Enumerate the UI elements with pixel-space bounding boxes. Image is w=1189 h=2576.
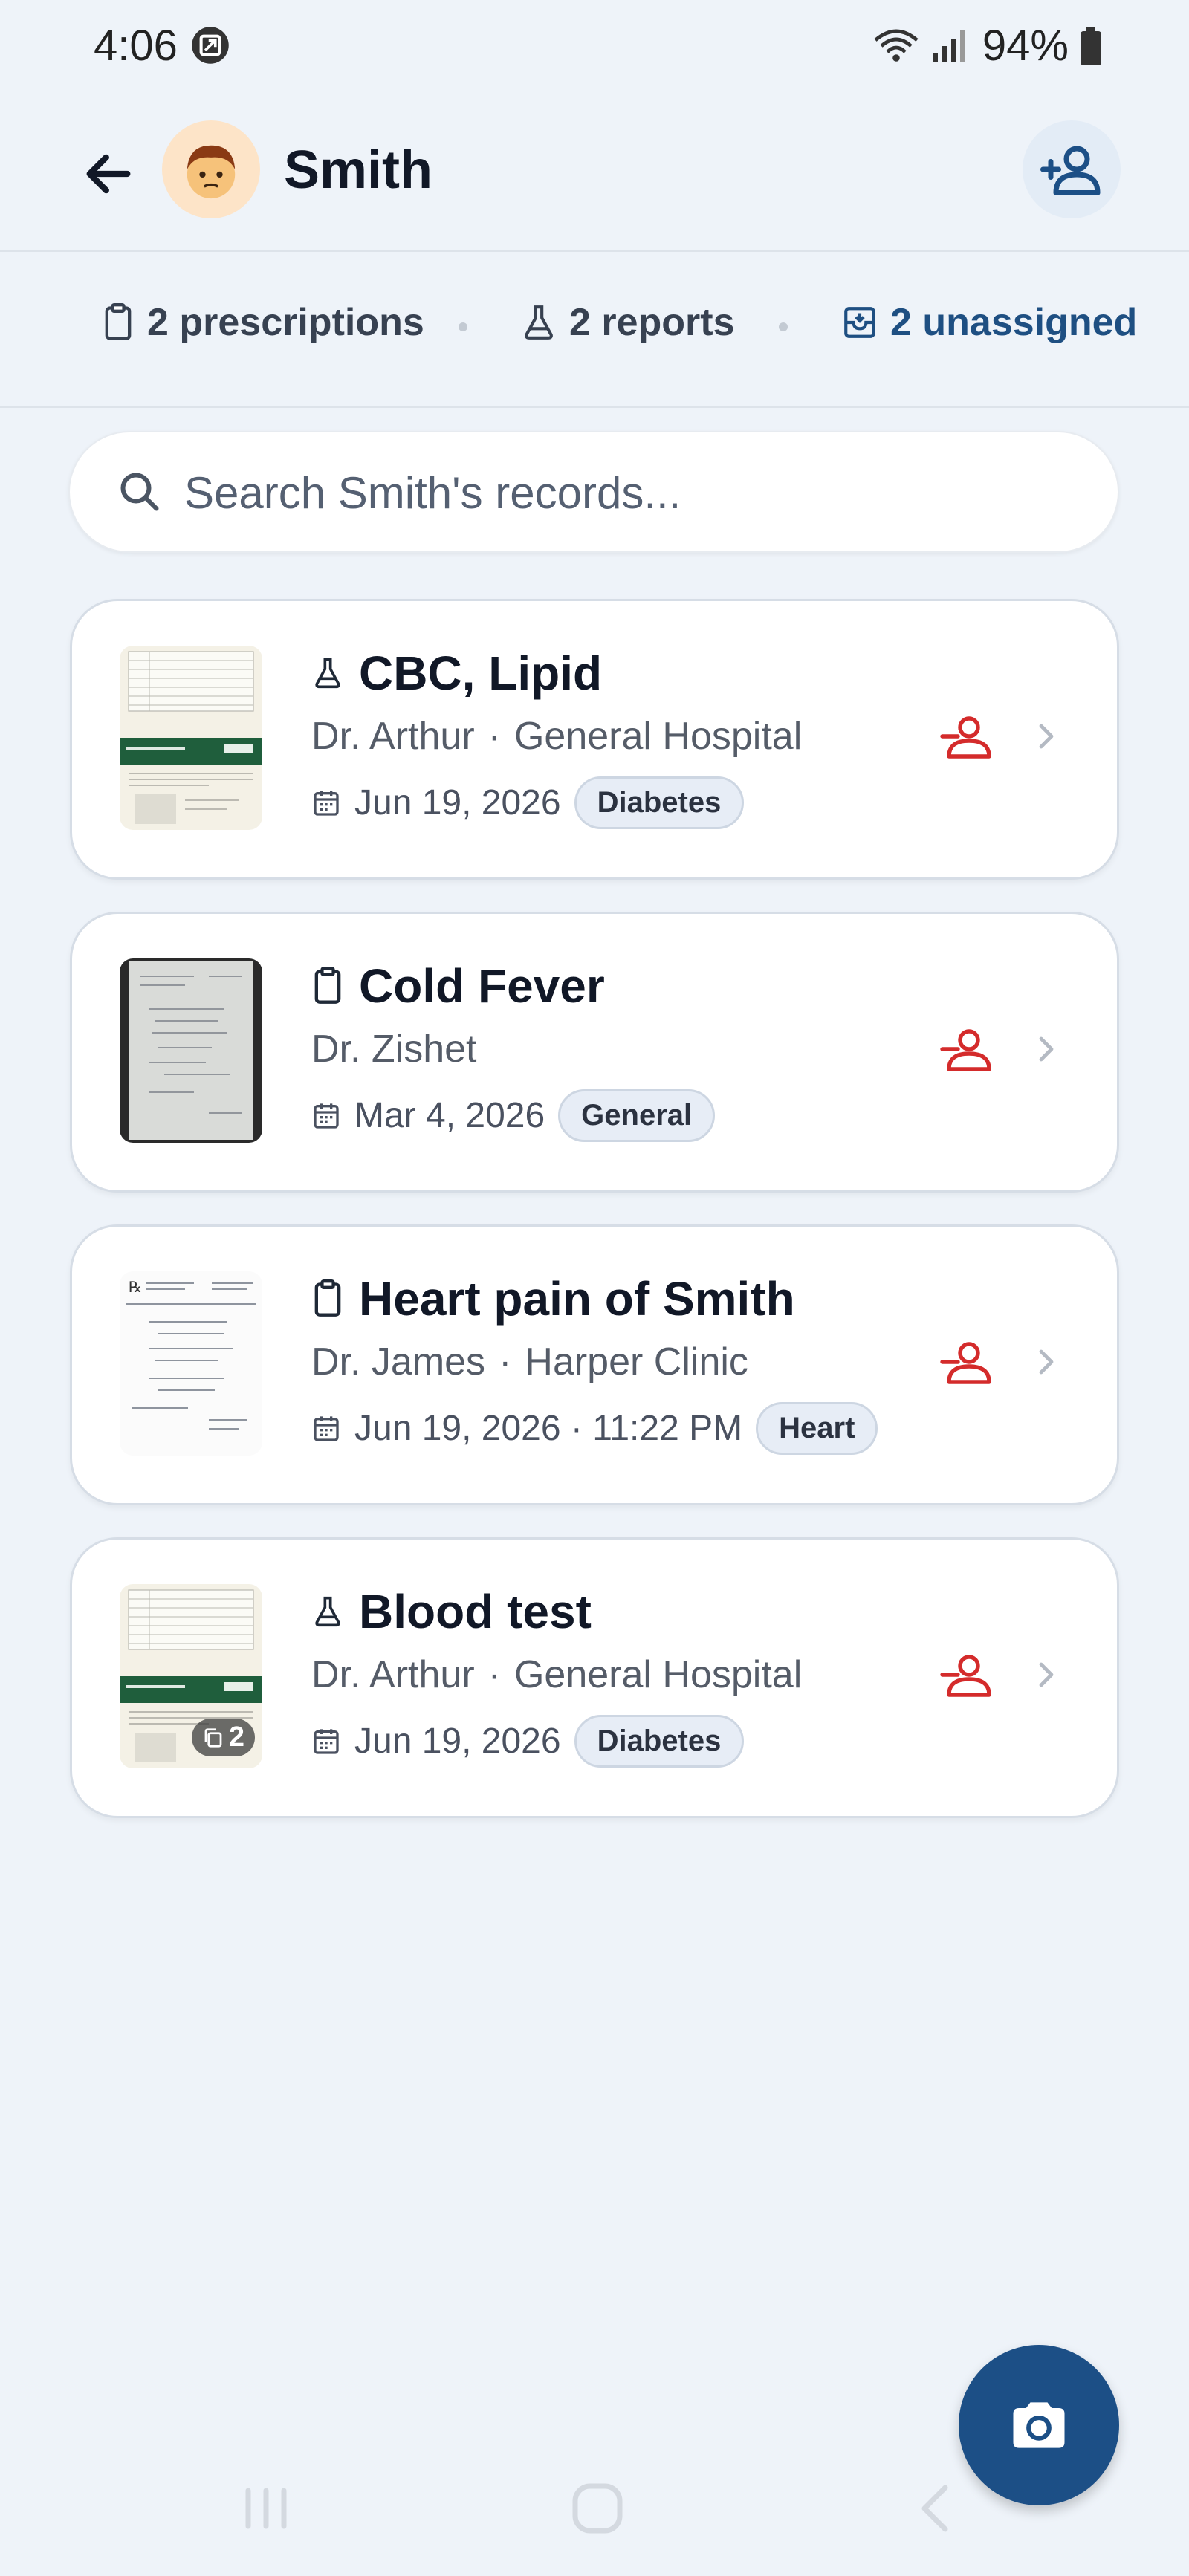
reports-stat[interactable]: 2 reports (520, 300, 735, 345)
stats-bar: 2 prescriptions 2 reports 2 unassigned (0, 251, 1189, 408)
record-subtitle: Dr. Arthur · General Hospital (311, 1652, 802, 1697)
calendar-icon (314, 1728, 339, 1754)
reports-count: 2 reports (569, 301, 735, 344)
page-title: Smith (284, 140, 433, 200)
record-tag: Diabetes (574, 776, 745, 829)
person-add-icon (1040, 146, 1101, 195)
search-input[interactable] (183, 432, 1078, 553)
record-facility: General Hospital (513, 1653, 803, 1696)
record-tag: Diabetes (574, 1715, 745, 1768)
app-header: Smith (0, 104, 1189, 252)
page-count-badge: 2 (191, 1719, 255, 1756)
person-remove-icon[interactable] (940, 1022, 994, 1076)
record-tag: General (558, 1089, 716, 1142)
search-box[interactable] (68, 431, 1119, 553)
record-subtitle: Dr. James · Harper Clinic (311, 1340, 748, 1384)
flask-icon (315, 1596, 340, 1627)
record-title: Heart pain of Smith (311, 1271, 795, 1326)
flask-icon (315, 658, 340, 689)
battery-icon (1081, 26, 1101, 65)
record-title-text: Heart pain of Smith (359, 1272, 795, 1326)
prescription-photo-thumbnail (120, 958, 262, 1143)
home-icon[interactable] (568, 2482, 627, 2535)
add-person-button[interactable] (1023, 120, 1121, 218)
app-notification-icon (192, 27, 229, 64)
record-subtitle: Dr. Zishet (311, 1027, 477, 1071)
record-doctor: Dr. Zishet (311, 1028, 477, 1071)
record-meta: Jun 19, 2026 · 11:22 PM Heart (311, 1402, 878, 1455)
chevron-right-icon (1039, 724, 1054, 749)
lab-report-thumbnail (120, 646, 262, 830)
record-card[interactable]: CBC, Lipid Dr. Arthur · General Hospital… (70, 599, 1119, 880)
record-tag: Heart (756, 1402, 878, 1455)
record-date: Jun 19, 2026 (354, 1722, 561, 1761)
prescription-scan-thumbnail: ℞ (120, 1271, 262, 1456)
inbox-icon (844, 307, 875, 338)
lab-report-thumbnail-wrap: 2 (120, 1584, 262, 1768)
status-time: 4:06 (94, 22, 178, 70)
battery-percent: 94% (982, 22, 1069, 70)
chevron-right-icon (1039, 1036, 1054, 1062)
prescriptions-count: 2 prescriptions (147, 301, 424, 344)
record-subtitle: Dr. Arthur · General Hospital (311, 714, 802, 759)
record-meta: Jun 19, 2026 Diabetes (311, 1715, 745, 1768)
record-date: Jun 19, 2026 (354, 783, 561, 823)
back-button[interactable] (71, 137, 146, 211)
status-bar: 4:06 94% (0, 0, 1189, 97)
separator-dot: · (487, 1653, 501, 1696)
boy-face-icon (187, 145, 236, 199)
record-meta: Jun 19, 2026 Diabetes (311, 776, 745, 829)
copy-pages-icon (204, 1727, 222, 1748)
wifi-icon (874, 29, 919, 62)
record-date: Mar 4, 2026 (354, 1096, 545, 1135)
svg-text:℞: ℞ (129, 1278, 142, 1296)
record-title: Cold Fever (311, 958, 605, 1013)
record-card[interactable]: 2 Blood test Dr. Arthur · General Hospit… (70, 1537, 1119, 1818)
system-nav-bar (0, 2459, 1189, 2556)
record-title-text: CBC, Lipid (359, 646, 603, 700)
clipboard-icon (314, 967, 341, 1004)
record-title-text: Cold Fever (359, 959, 605, 1013)
avatar (162, 120, 260, 218)
search-icon (120, 473, 159, 511)
clipboard-icon (314, 1279, 341, 1317)
page-count: 2 (228, 1722, 244, 1753)
chevron-right-icon (1039, 1349, 1054, 1375)
record-facility: Harper Clinic (525, 1340, 748, 1383)
back-nav-icon[interactable] (907, 2482, 966, 2535)
stats-separator (459, 322, 467, 331)
prescriptions-stat[interactable]: 2 prescriptions (101, 300, 424, 345)
flask-icon (525, 305, 553, 340)
record-card[interactable]: Cold Fever Dr. Zishet Mar 4, 2026 Genera… (70, 912, 1119, 1193)
record-facility: General Hospital (513, 715, 803, 758)
arrow-left-icon (86, 154, 131, 194)
camera-icon (1013, 2402, 1065, 2448)
chevron-right-icon (1039, 1662, 1054, 1687)
record-meta: Mar 4, 2026 General (311, 1089, 716, 1142)
person-remove-icon[interactable] (940, 1335, 994, 1389)
calendar-icon (314, 1103, 339, 1129)
person-remove-icon[interactable] (940, 1648, 994, 1701)
separator-dot: · (499, 1340, 512, 1383)
record-title: Blood test (311, 1584, 592, 1639)
record-doctor: Dr. James (311, 1340, 486, 1383)
separator-dot: · (487, 715, 501, 758)
recents-icon[interactable] (236, 2482, 296, 2535)
stats-separator (779, 322, 788, 331)
clipboard-icon (105, 303, 132, 340)
status-indicators: 94% (872, 21, 1103, 71)
calendar-icon (314, 790, 339, 816)
signal-icon (933, 29, 965, 62)
calendar-icon (314, 1415, 339, 1441)
record-doctor: Dr. Arthur (311, 715, 475, 758)
record-title: CBC, Lipid (311, 646, 602, 701)
unassigned-stat[interactable]: 2 unassigned (841, 300, 1137, 345)
record-doctor: Dr. Arthur (311, 1653, 475, 1696)
record-date: Jun 19, 2026 · 11:22 PM (354, 1409, 743, 1448)
record-title-text: Blood test (359, 1585, 592, 1638)
unassigned-count: 2 unassigned (890, 301, 1138, 344)
person-remove-icon[interactable] (940, 710, 994, 763)
record-card[interactable]: ℞ Heart pain of Smith Dr. James · Harper… (70, 1224, 1119, 1505)
